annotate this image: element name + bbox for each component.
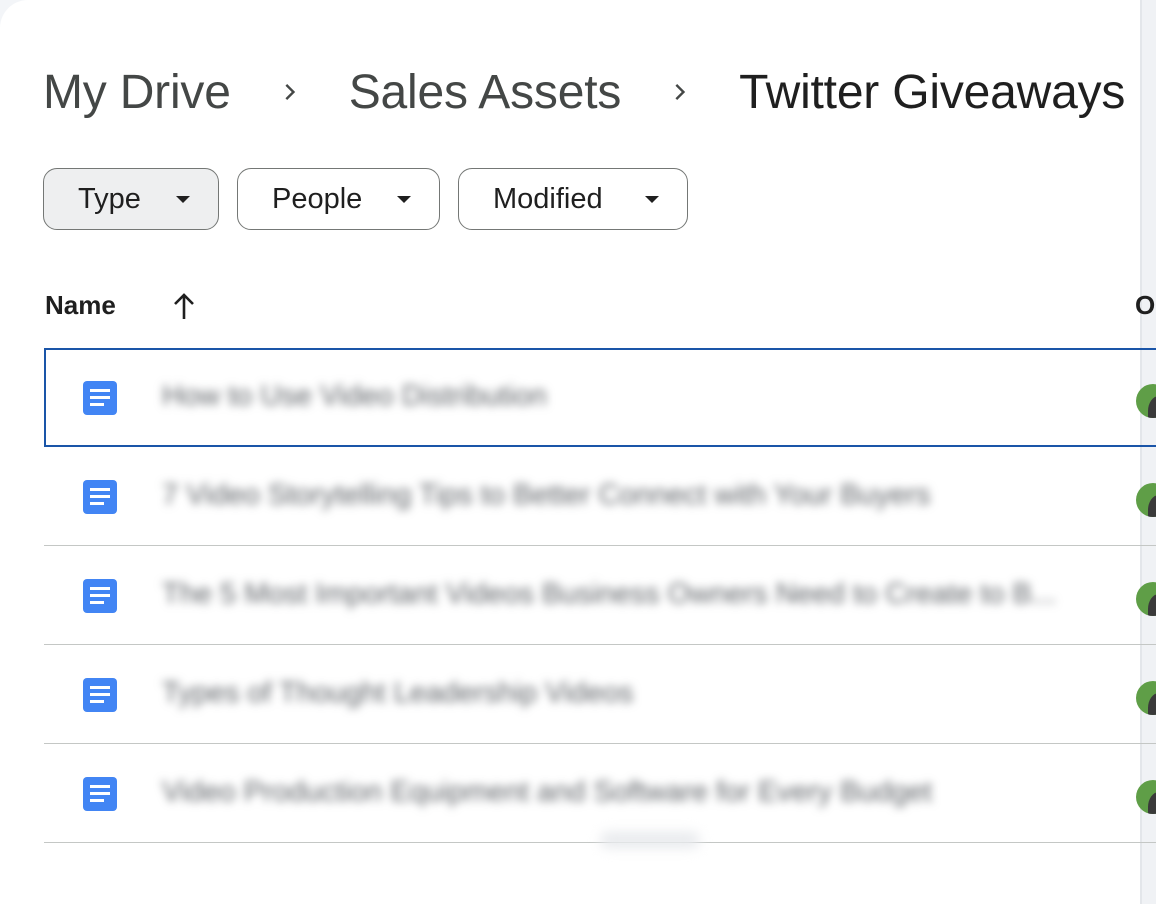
chevron-right-icon: [231, 79, 349, 105]
file-title: The 5 Most Important Videos Business Own…: [162, 578, 1057, 610]
google-docs-icon: [82, 380, 118, 416]
owner-avatar: [1136, 780, 1156, 814]
owner-avatar: [1136, 681, 1156, 715]
file-title: How to Use Video Distribution: [162, 380, 547, 412]
dropdown-arrow-icon: [645, 196, 659, 203]
modified-filter-chip[interactable]: Modified: [458, 168, 688, 230]
google-docs-icon: [82, 578, 118, 614]
dropdown-arrow-icon: [176, 196, 190, 203]
google-docs-icon: [82, 677, 118, 713]
file-row[interactable]: 7 Video Storytelling Tips to Better Conn…: [44, 447, 1156, 546]
breadcrumb-current-folder[interactable]: Twitter Giveaways: [739, 65, 1125, 120]
window-corner: [0, 0, 40, 40]
owner-avatar: [1136, 483, 1156, 517]
owner-column-header[interactable]: O: [1135, 290, 1156, 321]
owner-avatar: [1136, 582, 1156, 616]
breadcrumb: My Drive Sales Assets Twitter Giveaways: [43, 62, 1125, 122]
file-row[interactable]: The 5 Most Important Videos Business Own…: [44, 546, 1156, 645]
dropdown-arrow-icon: [397, 196, 411, 203]
people-filter-chip[interactable]: People: [237, 168, 440, 230]
chevron-right-icon: [621, 79, 739, 105]
file-row[interactable]: Types of Thought Leadership Videos: [44, 645, 1156, 744]
file-title: 7 Video Storytelling Tips to Better Conn…: [162, 479, 931, 511]
name-column-header[interactable]: Name: [45, 290, 116, 321]
google-docs-icon: [82, 776, 118, 812]
blur-smudge: [600, 832, 700, 848]
file-title: Video Production Equipment and Software …: [162, 776, 933, 808]
file-row[interactable]: How to Use Video Distribution: [44, 348, 1156, 447]
modified-filter-label: Modified: [493, 182, 603, 215]
file-title: Types of Thought Leadership Videos: [162, 677, 634, 709]
type-filter-chip[interactable]: Type: [43, 168, 219, 230]
type-filter-label: Type: [78, 182, 141, 215]
breadcrumb-sales-assets[interactable]: Sales Assets: [349, 65, 622, 120]
file-row[interactable]: Video Production Equipment and Software …: [44, 744, 1156, 843]
people-filter-label: People: [272, 182, 363, 215]
google-docs-icon: [82, 479, 118, 515]
owner-avatar: [1136, 384, 1156, 418]
file-list: How to Use Video Distribution 7 Video St…: [44, 348, 1156, 843]
breadcrumb-my-drive[interactable]: My Drive: [43, 65, 231, 120]
sort-ascending-arrow-icon[interactable]: [170, 290, 198, 322]
